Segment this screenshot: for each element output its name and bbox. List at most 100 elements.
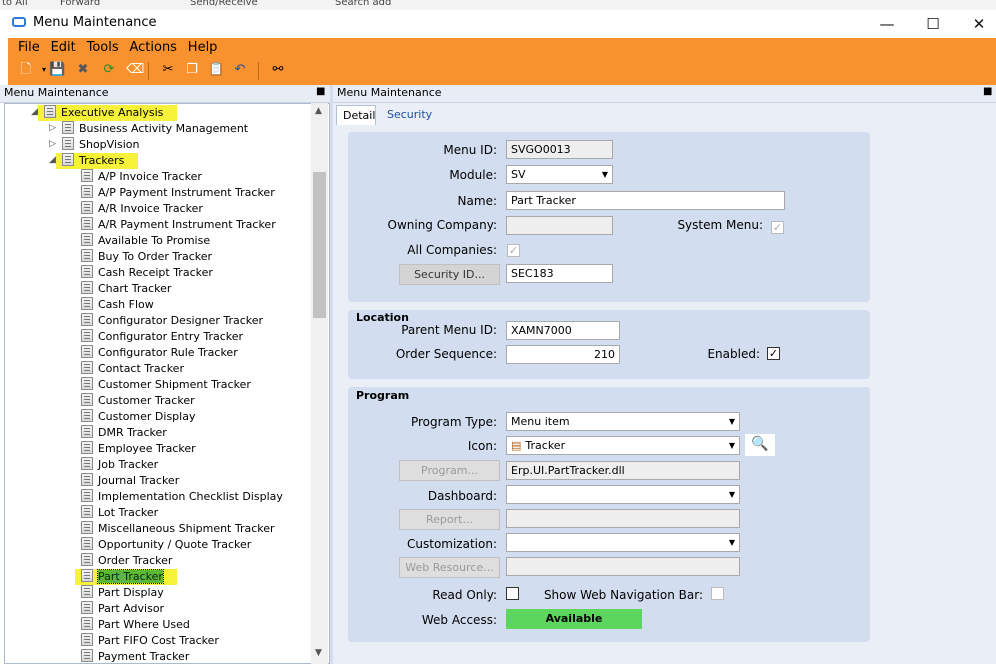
tree-item[interactable]: Customer Shipment Tracker bbox=[81, 377, 251, 393]
show-web-nav-checkbox[interactable] bbox=[711, 587, 724, 600]
icon-value: Tracker bbox=[525, 439, 566, 452]
web-resource-field[interactable] bbox=[506, 557, 740, 576]
tree-item[interactable]: Executive Analysis bbox=[38, 105, 178, 121]
tree-item[interactable]: ShopVision bbox=[62, 137, 140, 153]
pin-icon[interactable]: ■ bbox=[983, 86, 992, 97]
menu-actions[interactable]: Actions bbox=[129, 40, 177, 55]
tree-item-label: A/R Payment Instrument Tracker bbox=[98, 218, 276, 231]
system-menu-checkbox[interactable]: ✓ bbox=[771, 221, 784, 234]
pin-icon[interactable]: ■ bbox=[316, 86, 325, 97]
tree-item[interactable]: Implementation Checklist Display bbox=[81, 489, 283, 505]
copy-icon[interactable]: ❐ bbox=[184, 62, 200, 78]
tree-item-label: Part Advisor bbox=[98, 602, 165, 615]
all-companies-checkbox[interactable]: ✓ bbox=[507, 244, 520, 257]
menu-edit[interactable]: Edit bbox=[51, 40, 76, 55]
security-id-button[interactable]: Security ID... bbox=[399, 264, 500, 285]
menu-file[interactable]: File bbox=[18, 40, 40, 55]
program-button[interactable]: Program... bbox=[399, 460, 500, 481]
tree-item-label: A/P Payment Instrument Tracker bbox=[98, 186, 275, 199]
program-type-dropdown[interactable]: Menu item ▼ bbox=[506, 412, 740, 431]
tree-item-label: DMR Tracker bbox=[98, 426, 167, 439]
customization-dropdown[interactable]: ▼ bbox=[506, 533, 740, 552]
scroll-up-icon[interactable]: ▲ bbox=[315, 106, 322, 116]
tree-item[interactable]: Order Tracker bbox=[81, 553, 172, 569]
owning-company-field[interactable] bbox=[506, 216, 613, 235]
tree-item-label: ShopVision bbox=[79, 138, 140, 151]
customization-label: Customization: bbox=[407, 537, 497, 551]
module-dropdown[interactable]: SV ▼ bbox=[506, 165, 613, 184]
tree-item[interactable]: Miscellaneous Shipment Tracker bbox=[81, 521, 275, 537]
maximize-button[interactable]: ☐ bbox=[910, 12, 956, 36]
tree-item[interactable]: Buy To Order Tracker bbox=[81, 249, 212, 265]
new-icon[interactable]: 🗋 bbox=[18, 62, 34, 78]
binoculars-icon[interactable]: ⚯ bbox=[270, 62, 286, 78]
tab-detail[interactable]: Detail bbox=[336, 105, 376, 125]
tree-item[interactable]: Part Tracker bbox=[75, 569, 177, 585]
tree-item[interactable]: Part Advisor bbox=[81, 601, 164, 617]
web-resource-button[interactable]: Web Resource... bbox=[399, 557, 500, 578]
tree-item[interactable]: Available To Promise bbox=[81, 233, 210, 249]
tree-item[interactable]: A/P Invoice Tracker bbox=[81, 169, 202, 185]
read-only-checkbox[interactable] bbox=[506, 587, 519, 600]
program-title: Program bbox=[356, 389, 410, 402]
tree-item[interactable]: Business Activity Management bbox=[62, 121, 248, 137]
cut-icon[interactable]: ✂ bbox=[160, 62, 176, 78]
tree-item[interactable]: A/R Payment Instrument Tracker bbox=[81, 217, 276, 233]
undo-icon[interactable]: ↶ bbox=[232, 62, 248, 78]
menu-item-icon bbox=[81, 457, 93, 470]
icon-browse-icon[interactable]: 🔍 bbox=[745, 434, 775, 456]
close-button[interactable]: ✕ bbox=[956, 12, 996, 36]
expand-arrow-icon[interactable]: ▷ bbox=[49, 123, 56, 133]
tab-security[interactable]: Security bbox=[381, 105, 438, 124]
tree-item[interactable]: Customer Display bbox=[81, 409, 195, 425]
paste-icon[interactable]: 📋 bbox=[208, 62, 224, 78]
tree-item[interactable]: Job Tracker bbox=[81, 457, 158, 473]
tree-item[interactable]: Part FIFO Cost Tracker bbox=[81, 633, 219, 649]
tree-item[interactable]: Configurator Entry Tracker bbox=[81, 329, 243, 345]
delete-icon[interactable]: ✖ bbox=[75, 62, 91, 78]
menu-tools[interactable]: Tools bbox=[87, 40, 119, 55]
tree-item[interactable]: Chart Tracker bbox=[81, 281, 171, 297]
save-icon[interactable]: 💾 bbox=[49, 62, 65, 78]
tree-item[interactable]: Lot Tracker bbox=[81, 505, 158, 521]
tree-item[interactable]: DMR Tracker bbox=[81, 425, 167, 441]
tree-item-label: Business Activity Management bbox=[79, 122, 249, 135]
collapse-arrow-icon[interactable]: ◢ bbox=[31, 107, 38, 117]
tree-item[interactable]: A/R Invoice Tracker bbox=[81, 201, 203, 217]
report-field[interactable] bbox=[506, 509, 740, 528]
tree-item[interactable]: Part Where Used bbox=[81, 617, 190, 633]
background-window-strip: to All Forward Send/Receive Search add bbox=[0, 0, 996, 10]
clear-icon[interactable]: ⌫ bbox=[126, 62, 144, 78]
tree-item[interactable]: Customer Tracker bbox=[81, 393, 195, 409]
tree-item[interactable]: Opportunity / Quote Tracker bbox=[81, 537, 251, 553]
expand-arrow-icon[interactable]: ▷ bbox=[49, 139, 56, 149]
tree-item[interactable]: Part Display bbox=[81, 585, 164, 601]
scroll-down-icon[interactable]: ▼ bbox=[315, 648, 322, 658]
icon-dropdown[interactable]: ▤ Tracker ▼ bbox=[506, 436, 740, 455]
dashboard-dropdown[interactable]: ▼ bbox=[506, 485, 740, 504]
enabled-checkbox[interactable]: ✓ bbox=[767, 347, 780, 360]
minimize-button[interactable]: — bbox=[864, 12, 910, 36]
tree-item[interactable]: Payment Tracker bbox=[81, 649, 189, 665]
parent-menu-id-field[interactable]: XAMN7000 bbox=[506, 321, 620, 340]
tree-item[interactable]: Contact Tracker bbox=[81, 361, 184, 377]
tree-item[interactable]: Cash Flow bbox=[81, 297, 154, 313]
tree-item[interactable]: Configurator Designer Tracker bbox=[81, 313, 263, 329]
scroll-thumb[interactable] bbox=[313, 172, 326, 318]
refresh-icon[interactable]: ⟳ bbox=[101, 62, 117, 78]
order-sequence-field[interactable]: 210 bbox=[506, 345, 620, 364]
menu-id-field[interactable]: SVGO0013 bbox=[506, 140, 613, 159]
menu-help[interactable]: Help bbox=[188, 40, 218, 55]
collapse-arrow-icon[interactable]: ◢ bbox=[49, 155, 56, 165]
name-field[interactable]: Part Tracker bbox=[506, 191, 785, 210]
tree-item[interactable]: Journal Tracker bbox=[81, 473, 179, 489]
tree-item[interactable]: Configurator Rule Tracker bbox=[81, 345, 238, 361]
tree-item[interactable]: Cash Receipt Tracker bbox=[81, 265, 213, 281]
report-button[interactable]: Report... bbox=[399, 509, 500, 530]
tree-item[interactable]: A/P Payment Instrument Tracker bbox=[81, 185, 275, 201]
security-id-field[interactable]: SEC183 bbox=[506, 264, 613, 283]
program-field[interactable]: Erp.UI.PartTracker.dll bbox=[506, 461, 740, 480]
tree-scrollbar[interactable]: ▲ ▼ bbox=[311, 103, 328, 664]
tree-item[interactable]: Employee Tracker bbox=[81, 441, 196, 457]
tree-item[interactable]: Trackers bbox=[56, 153, 139, 169]
